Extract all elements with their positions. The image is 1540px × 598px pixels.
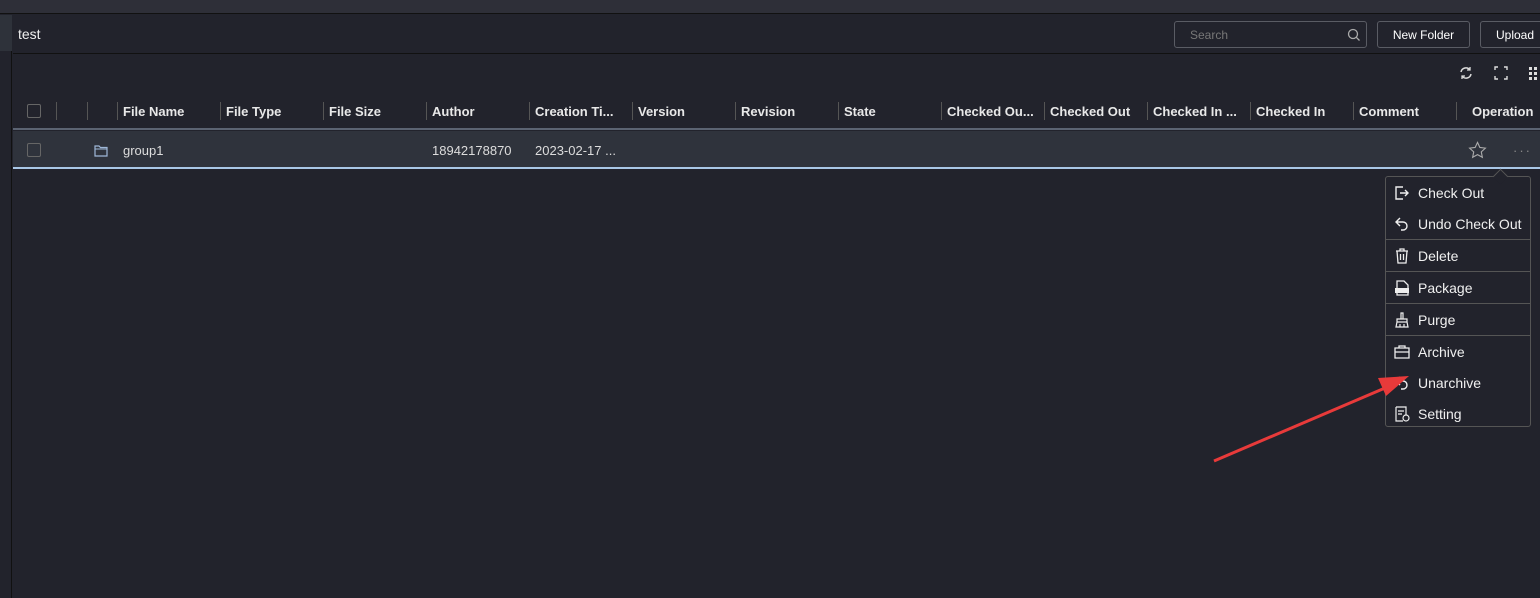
- folder-header: test New Folder Upload: [13, 15, 1540, 54]
- column-header[interactable]: Version: [638, 92, 685, 130]
- menu-item-check-out[interactable]: Check Out: [1386, 177, 1530, 208]
- column-divider[interactable]: [1044, 102, 1045, 120]
- more-actions-button[interactable]: ···: [1513, 131, 1532, 169]
- column-header[interactable]: Revision: [741, 92, 795, 130]
- menu-item-purge[interactable]: Purge: [1386, 304, 1530, 335]
- menu-item-label: Archive: [1418, 343, 1465, 360]
- operation-menu: Check Out Undo Check Out Delete Package …: [1385, 176, 1531, 427]
- table-header: File Name File Type File Size Author Creatio…: [13, 92, 1540, 130]
- new-folder-button[interactable]: New Folder: [1377, 21, 1470, 48]
- menu-item-unarchive[interactable]: Unarchive: [1386, 367, 1530, 398]
- menu-item-setting[interactable]: Setting: [1386, 398, 1530, 429]
- trash-icon: [1396, 247, 1408, 264]
- setting-doc-icon: [1395, 405, 1410, 422]
- upload-button[interactable]: Upload: [1480, 21, 1540, 48]
- search-box[interactable]: [1174, 21, 1367, 48]
- undo-icon: [1395, 217, 1408, 231]
- column-header[interactable]: Comment: [1359, 92, 1419, 130]
- columns-icon[interactable]: [1529, 66, 1540, 80]
- creation-time-cell: 2023-02-17 ...: [535, 142, 616, 158]
- author-cell: 18942178870: [432, 142, 512, 158]
- column-header[interactable]: Checked Ou...: [947, 92, 1034, 130]
- top-bar: [0, 0, 1540, 14]
- column-header[interactable]: Operation: [1472, 92, 1533, 130]
- column-header[interactable]: File Size: [329, 92, 381, 130]
- menu-item-label: Unarchive: [1418, 374, 1482, 391]
- column-divider[interactable]: [1147, 102, 1148, 120]
- check-out-icon: [1395, 185, 1409, 200]
- table-row[interactable]: group1 18942178870 2023-02-17 ... ···: [13, 131, 1540, 169]
- column-divider[interactable]: [838, 102, 839, 120]
- column-divider[interactable]: [1250, 102, 1251, 120]
- search-icon: [1347, 28, 1360, 41]
- menu-item-label: Undo Check Out: [1418, 215, 1522, 232]
- file-name-link[interactable]: group1: [123, 131, 163, 169]
- column-divider[interactable]: [941, 102, 942, 120]
- menu-item-delete[interactable]: Delete: [1386, 240, 1530, 271]
- column-header[interactable]: Creation Ti...: [535, 92, 614, 130]
- column-header[interactable]: Author: [432, 92, 475, 130]
- column-divider: [56, 102, 57, 120]
- menu-item-label: Delete: [1418, 247, 1459, 264]
- row-checkbox[interactable]: [27, 143, 41, 157]
- menu-item-label: Purge: [1418, 311, 1456, 328]
- menu-item-undo-check-out[interactable]: Undo Check Out: [1386, 208, 1530, 239]
- column-divider[interactable]: [632, 102, 633, 120]
- unarchive-icon: [1395, 376, 1408, 390]
- left-sidebar: [0, 15, 12, 598]
- column-divider[interactable]: [735, 102, 736, 120]
- column-divider[interactable]: [529, 102, 530, 120]
- column-divider[interactable]: [323, 102, 324, 120]
- column-header[interactable]: Checked Out: [1050, 92, 1130, 130]
- select-all-checkbox[interactable]: [27, 104, 41, 118]
- annotation-arrow: [1213, 376, 1409, 463]
- column-header[interactable]: Checked In: [1256, 92, 1325, 130]
- zip-file-icon: [1395, 279, 1409, 296]
- column-divider[interactable]: [1456, 102, 1457, 120]
- column-divider: [87, 102, 88, 120]
- column-header[interactable]: Checked In ...: [1153, 92, 1237, 130]
- column-header[interactable]: File Type: [226, 92, 281, 130]
- menu-item-archive[interactable]: Archive: [1386, 336, 1530, 367]
- folder-icon: [94, 145, 108, 157]
- column-divider[interactable]: [1353, 102, 1354, 120]
- column-header[interactable]: File Name: [123, 92, 184, 130]
- fullscreen-icon[interactable]: [1494, 66, 1508, 80]
- broom-icon: [1395, 311, 1409, 328]
- refresh-icon[interactable]: [1459, 66, 1473, 80]
- archive-box-icon: [1394, 344, 1410, 359]
- column-divider[interactable]: [220, 102, 221, 120]
- page-title: test: [18, 26, 41, 42]
- menu-item-label: Package: [1418, 279, 1473, 296]
- menu-item-label: Check Out: [1418, 184, 1485, 201]
- column-header[interactable]: State: [844, 92, 876, 130]
- menu-item-package[interactable]: Package: [1386, 272, 1530, 303]
- column-divider[interactable]: [117, 102, 118, 120]
- menu-item-label: Setting: [1418, 405, 1462, 422]
- star-icon[interactable]: [1468, 141, 1487, 159]
- search-input[interactable]: [1190, 27, 1340, 42]
- sidebar-selected-item[interactable]: [0, 15, 12, 51]
- column-divider[interactable]: [426, 102, 427, 120]
